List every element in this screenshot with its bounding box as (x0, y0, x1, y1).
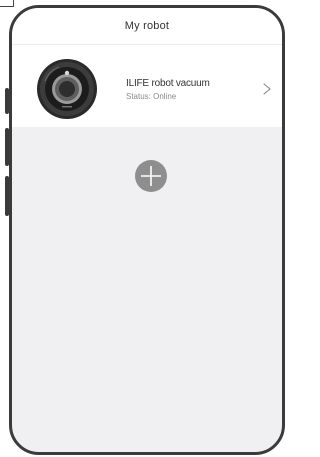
screenshot-canvas: My robot ILIFE robot vacuum Status: Onli… (0, 0, 288, 457)
add-device-button[interactable] (135, 160, 167, 192)
corner-marker (0, 0, 14, 7)
app-header: My robot (12, 8, 282, 45)
chevron-right-icon[interactable] (261, 83, 273, 95)
device-list-item[interactable]: ILIFE robot vacuum Status: Online (12, 45, 282, 127)
device-status: Status: Online (126, 92, 177, 101)
phone-frame: My robot ILIFE robot vacuum Status: Onli… (9, 5, 285, 455)
page-title: My robot (124, 20, 170, 32)
robot-vacuum-icon (37, 59, 97, 119)
device-name: ILIFE robot vacuum (126, 78, 210, 89)
plus-icon (141, 166, 161, 186)
